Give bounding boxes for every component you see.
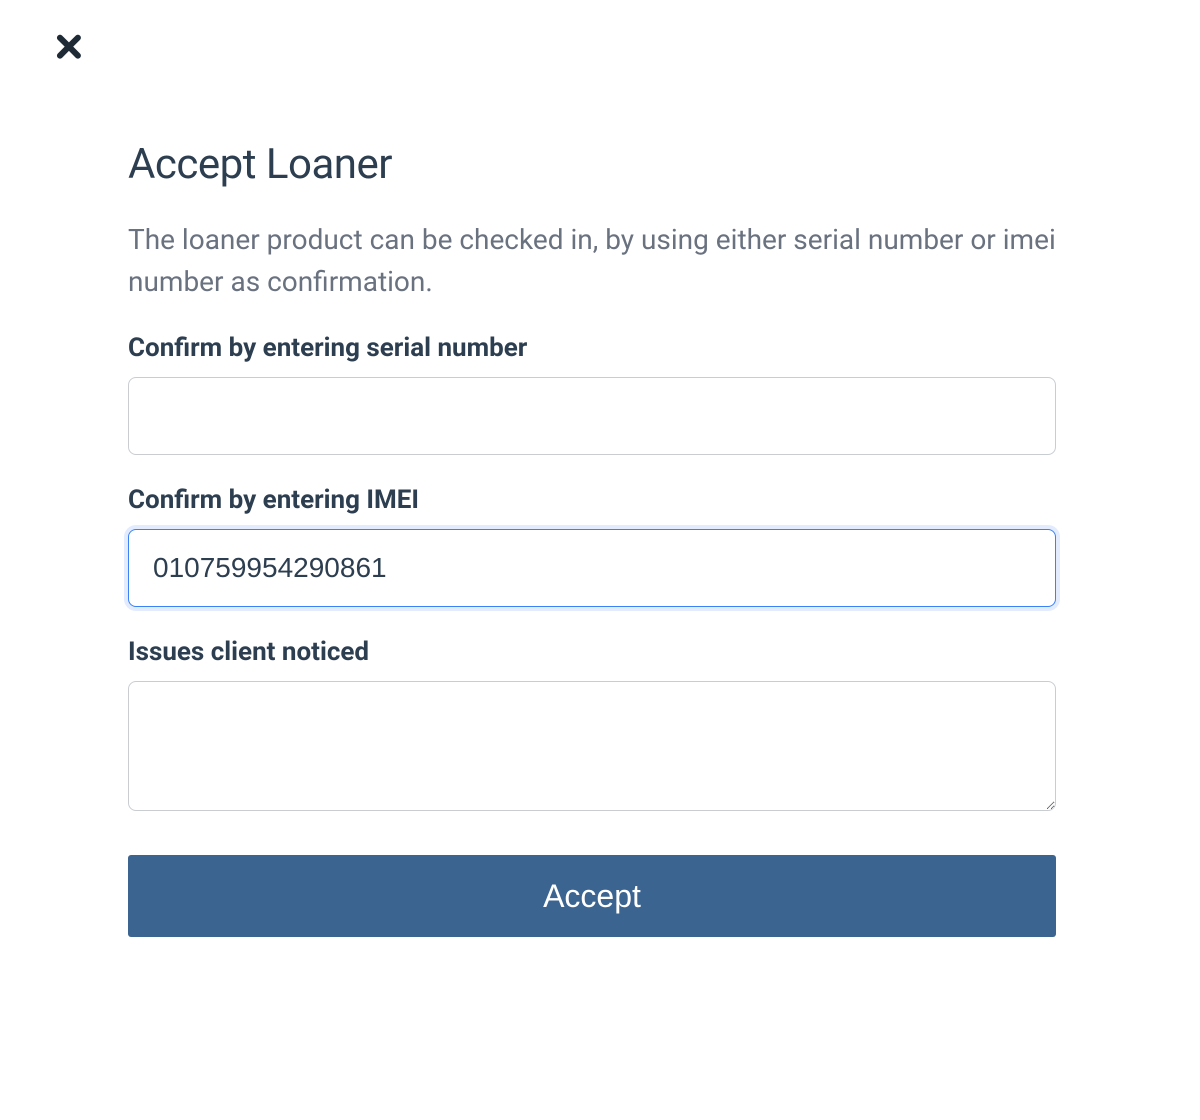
issues-textarea[interactable] bbox=[128, 681, 1056, 811]
dialog-title: Accept Loaner bbox=[128, 140, 1056, 189]
close-icon bbox=[54, 32, 86, 68]
issues-group: Issues client noticed bbox=[128, 637, 1056, 815]
issues-label: Issues client noticed bbox=[128, 637, 1056, 667]
imei-group: Confirm by entering IMEI bbox=[128, 485, 1056, 607]
imei-input[interactable] bbox=[128, 529, 1056, 607]
serial-label: Confirm by entering serial number bbox=[128, 333, 1056, 363]
serial-input[interactable] bbox=[128, 377, 1056, 455]
serial-group: Confirm by entering serial number bbox=[128, 333, 1056, 455]
dialog-description: The loaner product can be checked in, by… bbox=[128, 219, 1056, 303]
close-button[interactable] bbox=[50, 30, 90, 70]
imei-label: Confirm by entering IMEI bbox=[128, 485, 1056, 515]
accept-button[interactable]: Accept bbox=[128, 855, 1056, 937]
dialog-content: Accept Loaner The loaner product can be … bbox=[128, 140, 1056, 937]
